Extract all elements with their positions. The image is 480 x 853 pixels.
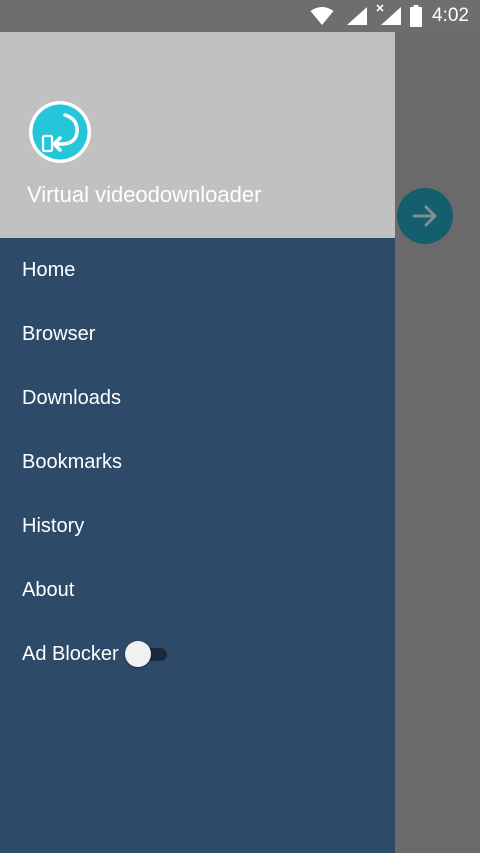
menu-item-label: Bookmarks <box>22 450 123 473</box>
menu-item-downloads[interactable]: Downloads <box>0 366 395 430</box>
menu-item-label: History <box>22 514 85 537</box>
status-bar: 4:02 <box>0 0 480 32</box>
signal-icon <box>347 7 367 25</box>
drawer-header: Virtual videodownloader <box>0 32 395 238</box>
ad-blocker-toggle[interactable] <box>124 641 167 667</box>
menu-item-label: Browser <box>22 322 96 345</box>
toggle-thumb <box>124 641 151 667</box>
menu-item-history[interactable]: History <box>0 494 395 558</box>
status-time: 4:02 <box>432 5 469 26</box>
menu-item-home[interactable]: Home <box>0 238 395 302</box>
menu-item-ad-blocker: Ad Blocker <box>0 622 395 686</box>
menu-item-label: About <box>22 578 75 601</box>
menu-item-about[interactable]: About <box>0 558 395 622</box>
menu-item-bookmarks[interactable]: Bookmarks <box>0 430 395 494</box>
menu-item-label: Downloads <box>22 386 121 409</box>
drawer-menu: Home Browser Downloads Bookmarks History… <box>0 238 395 686</box>
battery-icon <box>410 5 422 27</box>
menu-item-browser[interactable]: Browser <box>0 302 395 366</box>
menu-item-label: Home <box>22 258 76 281</box>
video-download-logo-icon <box>29 101 91 163</box>
ad-blocker-label: Ad Blocker <box>22 642 119 665</box>
arrow-right-icon <box>412 205 437 227</box>
wifi-icon <box>310 7 334 25</box>
screen: 4:02 Virtual videodownloader Home Browse… <box>0 0 480 853</box>
fab-next-button <box>397 188 453 244</box>
signal-no-data-icon <box>376 4 401 25</box>
app-name: Virtual videodownloader <box>27 182 262 207</box>
navigation-drawer: Virtual videodownloader Home Browser Dow… <box>0 32 395 853</box>
